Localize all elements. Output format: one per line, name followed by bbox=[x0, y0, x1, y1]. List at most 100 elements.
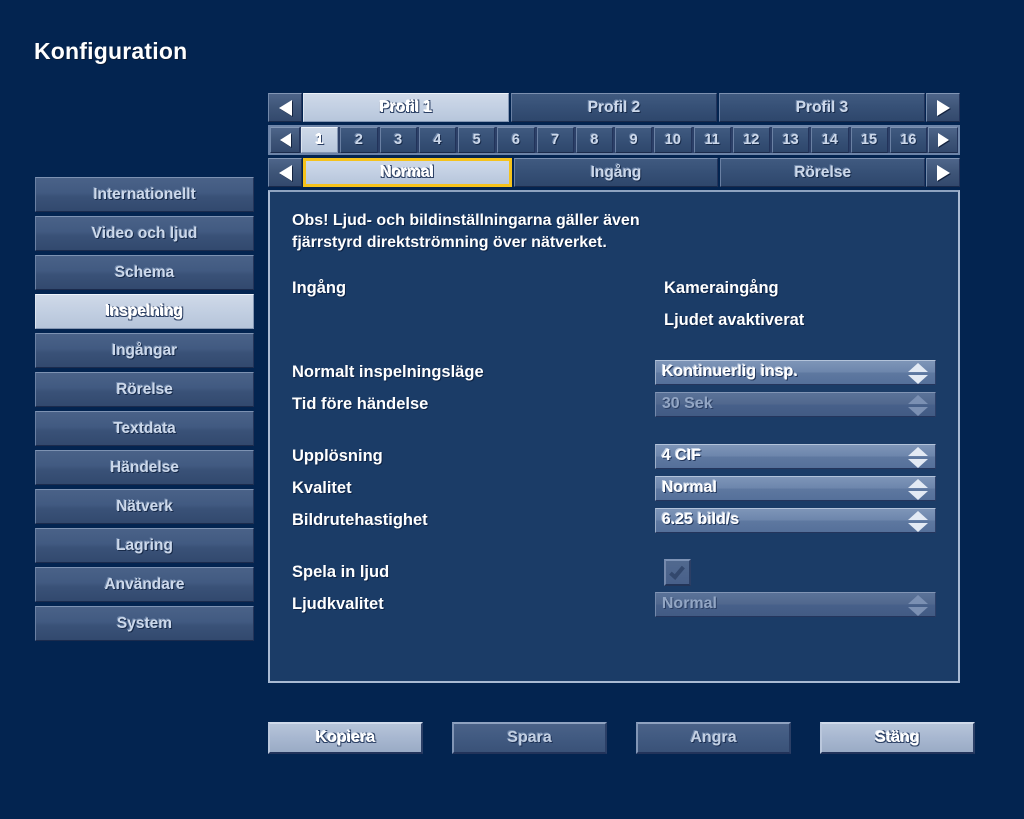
notice-line-2: fjärrstyrd direktströmning över nätverke… bbox=[292, 234, 607, 251]
sidebar-menu: Internationellt Video och ljud Schema Inspe… bbox=[35, 177, 254, 645]
profile-tabs-profil-2[interactable]: Profil 2 bbox=[511, 93, 717, 122]
spinner-up-down-icon[interactable] bbox=[908, 446, 928, 468]
channel-tabs-12[interactable]: 12 bbox=[732, 127, 770, 153]
tab-label: 12 bbox=[743, 132, 760, 148]
sidebar-item-internationellt[interactable]: Internationellt bbox=[35, 177, 254, 212]
field-label: Upplösning bbox=[292, 446, 383, 465]
tab-label: 11 bbox=[704, 132, 720, 148]
field-value: 30 Sek bbox=[661, 395, 713, 412]
field-label: Tid före händelse bbox=[292, 394, 429, 413]
channel-tabs-4[interactable]: 4 bbox=[418, 127, 456, 153]
profile-tabs-profil-1[interactable]: Profil 1 bbox=[303, 93, 509, 122]
channel-tabs-9[interactable]: 9 bbox=[615, 127, 653, 153]
tab-label: Profil 3 bbox=[795, 98, 849, 116]
check-icon bbox=[669, 562, 685, 580]
sidebar-item-nätverk[interactable]: Nätverk bbox=[35, 489, 254, 524]
button-label: Angra bbox=[690, 729, 737, 746]
field-value: 4 CIF bbox=[661, 447, 701, 464]
sidebar-item-video-och-ljud[interactable]: Video och ljud bbox=[35, 216, 254, 251]
mode-tabs-rörelse[interactable]: Rörelse bbox=[720, 158, 926, 187]
sidebar-item-label: Textdata bbox=[113, 419, 176, 437]
spinner-up-down-icon[interactable] bbox=[908, 362, 928, 384]
channel-tabs-10[interactable]: 10 bbox=[654, 127, 692, 153]
sidebar-item-inspelning[interactable]: Inspelning bbox=[35, 294, 254, 329]
sidebar-item-label: Video och ljud bbox=[91, 224, 198, 242]
mode-next-button[interactable] bbox=[926, 158, 960, 187]
sidebar-item-system[interactable]: System bbox=[35, 606, 254, 641]
angra-button[interactable]: Angra bbox=[636, 722, 791, 754]
sidebar-item-användare[interactable]: Användare bbox=[35, 567, 254, 602]
channel-tabs-7[interactable]: 7 bbox=[536, 127, 574, 153]
triangle-left-icon bbox=[278, 164, 292, 181]
notice-text: Obs! Ljud- och bildinställningarna gälle… bbox=[292, 210, 936, 254]
channel-tabs-1[interactable]: 1 bbox=[301, 127, 339, 153]
button-label: Spara bbox=[507, 729, 552, 746]
tab-label: 15 bbox=[861, 132, 878, 148]
channel-tabs-16[interactable]: 16 bbox=[889, 127, 927, 153]
spinner-up-down-icon[interactable] bbox=[908, 394, 928, 416]
audio-status-row: Ljudet avaktiverat bbox=[292, 304, 936, 336]
triangle-left-icon bbox=[278, 99, 292, 116]
channel-tabs-2[interactable]: 2 bbox=[340, 127, 378, 153]
sidebar-item-ingångar[interactable]: Ingångar bbox=[35, 333, 254, 368]
kopiera-button[interactable]: Kopiera bbox=[268, 722, 423, 754]
configuration-screen: Konfiguration Internationellt Video och l… bbox=[0, 0, 1024, 819]
channel-tabs-6[interactable]: 6 bbox=[497, 127, 535, 153]
stäng-button[interactable]: Stäng bbox=[820, 722, 975, 754]
mode-tab-row: Normal Ingång Rörelse bbox=[268, 158, 960, 187]
sidebar-item-label: Ingångar bbox=[111, 341, 178, 359]
mode-tabs-normal[interactable]: Normal bbox=[303, 158, 512, 187]
field-spinner[interactable]: Kontinuerlig insp. bbox=[654, 359, 936, 385]
action-button-bar: Kopiera Spara Angra Stäng bbox=[268, 722, 980, 754]
record-audio-checkbox[interactable] bbox=[664, 558, 691, 586]
spara-button[interactable]: Spara bbox=[452, 722, 607, 754]
channel-tabs-5[interactable]: 5 bbox=[458, 127, 496, 153]
mode-prev-button[interactable] bbox=[268, 158, 302, 187]
sidebar-item-händelse[interactable]: Händelse bbox=[35, 450, 254, 485]
channel-next-button[interactable] bbox=[928, 127, 958, 153]
tab-label: 6 bbox=[511, 132, 520, 148]
field-spinner[interactable]: Normal bbox=[654, 475, 936, 501]
sidebar-item-lagring[interactable]: Lagring bbox=[35, 528, 254, 563]
field-spinner[interactable]: 6.25 bild/s bbox=[654, 507, 936, 533]
sidebar-item-rörelse[interactable]: Rörelse bbox=[35, 372, 254, 407]
sidebar-item-textdata[interactable]: Textdata bbox=[35, 411, 254, 446]
channel-tabs-13[interactable]: 13 bbox=[772, 127, 810, 153]
button-label: Stäng bbox=[875, 729, 920, 746]
channel-tabs-11[interactable]: 11 bbox=[693, 127, 731, 153]
profile-next-button[interactable] bbox=[926, 93, 960, 122]
field-spinner: Normal bbox=[654, 591, 936, 617]
spinner-up-down-icon[interactable] bbox=[908, 510, 928, 532]
field-label: Bildrutehastighet bbox=[292, 510, 428, 529]
tab-label: 1 bbox=[315, 132, 324, 148]
field-spinner[interactable]: 4 CIF bbox=[654, 443, 936, 469]
sidebar-item-label: Lagring bbox=[116, 536, 173, 554]
settings-panel: Profil 1 Profil 2 Profil 3 1 2 3 4 5 6 7 8 9 10 11 12… bbox=[268, 93, 960, 683]
tab-label: 2 bbox=[354, 132, 363, 148]
profile-tabs-profil-3[interactable]: Profil 3 bbox=[719, 93, 925, 122]
tab-label: 4 bbox=[433, 132, 442, 148]
input-row: Ingång Kameraingång bbox=[292, 272, 936, 304]
field-value: Normal bbox=[661, 595, 717, 612]
sidebar-item-schema[interactable]: Schema bbox=[35, 255, 254, 290]
mode-tabs-ingång[interactable]: Ingång bbox=[513, 158, 719, 187]
tab-label: 5 bbox=[472, 132, 481, 148]
tab-label: 10 bbox=[664, 132, 681, 148]
triangle-right-icon bbox=[937, 133, 949, 147]
tab-label: 7 bbox=[551, 132, 560, 148]
channel-tab-row: 1 2 3 4 5 6 7 8 9 10 11 12 13 14 15 16 bbox=[270, 127, 958, 153]
triangle-left-icon bbox=[279, 133, 291, 147]
spinner-up-down-icon[interactable] bbox=[908, 478, 928, 500]
input-label: Ingång bbox=[292, 278, 347, 297]
tab-label: Rörelse bbox=[794, 163, 852, 181]
spinner-up-down-icon[interactable] bbox=[908, 594, 928, 616]
channel-prev-button[interactable] bbox=[270, 127, 300, 153]
channel-tabs-8[interactable]: 8 bbox=[575, 127, 613, 153]
channel-tabs-3[interactable]: 3 bbox=[379, 127, 417, 153]
audio-status-value: Ljudet avaktiverat bbox=[664, 310, 805, 329]
button-label: Kopiera bbox=[315, 729, 376, 746]
tab-label: Normal bbox=[380, 163, 435, 181]
channel-tabs-15[interactable]: 15 bbox=[850, 127, 888, 153]
profile-prev-button[interactable] bbox=[268, 93, 302, 122]
channel-tabs-14[interactable]: 14 bbox=[811, 127, 849, 153]
